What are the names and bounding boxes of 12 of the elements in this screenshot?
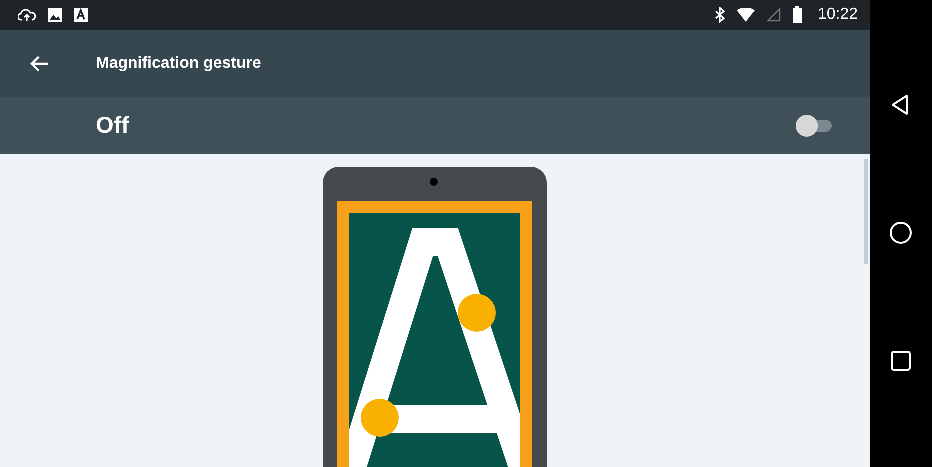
wifi-icon [736, 8, 755, 22]
image-icon [48, 8, 62, 22]
cloud-upload-icon [18, 8, 36, 22]
battery-icon [792, 6, 802, 24]
recents-nav-icon[interactable] [888, 348, 914, 374]
clock-time: 10:22 [818, 6, 858, 24]
letter-a-icon [74, 8, 88, 22]
switch-label: Off [96, 112, 130, 140]
home-nav-icon[interactable] [888, 220, 914, 246]
bluetooth-icon [714, 6, 725, 23]
page-title: Magnification gesture [96, 54, 262, 73]
signal-icon [766, 8, 781, 22]
